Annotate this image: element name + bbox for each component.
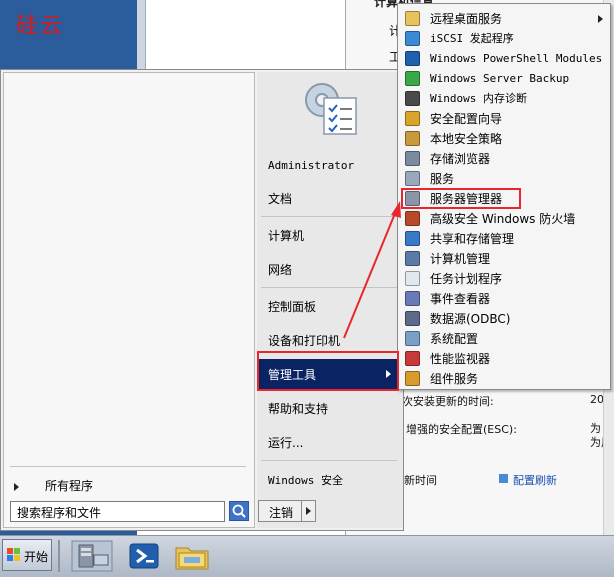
divider — [10, 466, 246, 467]
windows-flag-icon — [7, 548, 20, 561]
submenu-item-label: 事件查看器 — [430, 292, 491, 306]
submenu-item[interactable]: 服务 — [399, 169, 609, 189]
chevron-right-icon — [14, 482, 19, 491]
folder-icon — [405, 11, 420, 26]
help-support-link[interactable]: 帮助和支持 — [257, 394, 399, 424]
submenu-item-label: 本地安全策略 — [430, 132, 503, 146]
submenu-item-label: Windows PowerShell Modules — [430, 52, 603, 65]
search-input[interactable]: 搜索程序和文件 — [10, 501, 225, 522]
submenu-item-label: iSCSI 发起程序 — [430, 32, 514, 45]
submenu-item[interactable]: 事件查看器 — [399, 289, 609, 309]
submenu-item[interactable]: 性能监视器 — [399, 349, 609, 369]
submenu-item[interactable]: 系统配置 — [399, 329, 609, 349]
refresh-icon — [499, 474, 508, 483]
search-button[interactable] — [229, 501, 249, 521]
annotation-highlight-admin-tools — [257, 351, 399, 391]
background-refresh-link[interactable]: 配置刷新 — [513, 472, 557, 488]
submenu-item-label: Windows Server Backup — [430, 72, 570, 85]
background-update-label: 次安装更新的时间: — [402, 395, 494, 408]
chevron-right-icon — [598, 15, 603, 23]
search-icon — [232, 504, 246, 518]
start-button-label: 开始 — [24, 550, 49, 564]
start-menu-programs-pane: 所有程序 — [3, 72, 255, 528]
user-name-link[interactable]: Administrator — [257, 151, 399, 181]
logoff-button[interactable]: 注销 — [258, 500, 316, 522]
powershell-taskbar-icon[interactable] — [122, 539, 166, 573]
run-link[interactable]: 运行... — [257, 428, 399, 458]
taskbar-separator — [58, 540, 60, 572]
all-programs-button[interactable]: 所有程序 — [14, 477, 93, 494]
submenu-item[interactable]: iSCSI 发起程序 — [399, 29, 609, 49]
windows-security-link[interactable]: Windows 安全 — [257, 466, 399, 496]
divider — [261, 460, 397, 461]
submenu-item-label: 组件服务 — [430, 372, 479, 386]
user-picture-icon — [305, 83, 357, 135]
submenu-item-label: 高级安全 Windows 防火墙 — [430, 212, 576, 226]
submenu-item[interactable]: Windows Server Backup — [399, 69, 609, 89]
submenu-item[interactable]: 存储浏览器 — [399, 149, 609, 169]
submenu-item[interactable]: 组件服务 — [399, 369, 609, 389]
submenu-item[interactable]: 本地安全策略 — [399, 129, 609, 149]
submenu-item-label: 数据源(ODBC) — [430, 312, 511, 326]
all-programs-label: 所有程序 — [45, 479, 94, 493]
background-window-edge — [137, 0, 146, 70]
storage-icon — [405, 151, 420, 166]
submenu-item-label: Windows 内存诊断 — [430, 92, 527, 105]
submenu-item-label: 系统配置 — [430, 332, 479, 346]
annotation-highlight-server-manager — [401, 188, 521, 209]
submenu-item[interactable]: 任务计划程序 — [399, 269, 609, 289]
background-refresh-time-label: 新时间 — [404, 474, 437, 487]
chevron-right-icon[interactable] — [306, 507, 311, 515]
submenu-item-label: 计算机管理 — [430, 252, 491, 266]
submenu-item-label: 服务 — [430, 172, 455, 186]
submenu-item[interactable]: 数据源(ODBC) — [399, 309, 609, 329]
submenu-item-label: 存储浏览器 — [430, 152, 491, 166]
component-icon — [405, 371, 420, 386]
globe-icon — [405, 31, 420, 46]
annotation-arrow — [343, 201, 401, 339]
performance-icon — [405, 351, 420, 366]
powershell-icon — [405, 51, 420, 66]
policy-icon — [405, 131, 420, 146]
watermark-text: 硅云 — [16, 14, 65, 39]
submenu-item[interactable]: Windows 内存诊断 — [399, 89, 609, 109]
submenu-item[interactable]: 计算机管理 — [399, 249, 609, 269]
submenu-item-label: 远程桌面服务 — [430, 12, 503, 26]
submenu-item[interactable]: 安全配置向导 — [399, 109, 609, 129]
divider — [301, 501, 302, 521]
start-button[interactable]: 开始 — [2, 539, 52, 571]
submenu-item-label: 性能监视器 — [430, 352, 491, 366]
submenu-item[interactable]: Windows PowerShell Modules — [399, 49, 609, 69]
services-icon — [405, 171, 420, 186]
logoff-label: 注销 — [269, 506, 294, 520]
memory-icon — [405, 91, 420, 106]
server-manager-taskbar-icon[interactable] — [70, 539, 114, 573]
submenu-item[interactable]: 远程桌面服务 — [399, 9, 609, 29]
security-wizard-icon — [405, 111, 420, 126]
submenu-item-label: 共享和存储管理 — [430, 232, 515, 246]
background-esc-label: 增强的安全配置(ESC): — [406, 423, 517, 436]
submenu-item-label: 安全配置向导 — [430, 112, 503, 126]
explorer-taskbar-icon[interactable] — [170, 539, 214, 573]
submenu-item-label: 任务计划程序 — [430, 272, 503, 286]
submenu-item[interactable]: 高级安全 Windows 防火墙 — [399, 209, 609, 229]
backup-icon — [405, 71, 420, 86]
submenu-item[interactable]: 共享和存储管理 — [399, 229, 609, 249]
